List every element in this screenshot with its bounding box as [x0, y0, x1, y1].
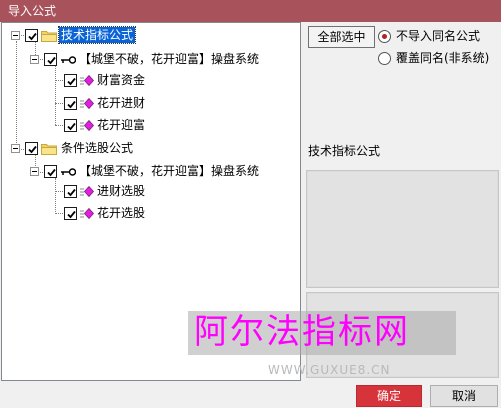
checkmark-icon [47, 168, 56, 177]
formula-icon [80, 208, 94, 219]
description-box [306, 170, 499, 288]
formula-icon [80, 186, 94, 197]
expand-toggle-icon[interactable] [11, 144, 20, 153]
checkmark-icon [28, 145, 37, 154]
ok-button[interactable]: 确定 [356, 385, 422, 407]
tree-system-label[interactable]: 【城堡不破，花开迎富】操盘系统 [77, 163, 261, 179]
radio-overwrite-same-label[interactable]: 覆盖同名(非系统) [396, 50, 489, 66]
radio-no-import-same[interactable] [378, 30, 391, 43]
tree-system-label[interactable]: 【城堡不破，花开迎富】操盘系统 [77, 51, 261, 67]
checkmark-icon [67, 122, 76, 131]
tree-group-label[interactable]: 技术指标公式 [57, 26, 137, 44]
checkbox-group-indicator[interactable] [25, 29, 38, 42]
description-title: 技术指标公式 [308, 144, 381, 158]
tree-connector-line [55, 178, 56, 214]
select-all-button[interactable]: 全部选中 [308, 26, 375, 48]
tree-connector-line [16, 41, 17, 149]
title-bar: 导入公式 [0, 0, 501, 22]
radio-overwrite-same[interactable] [378, 52, 391, 65]
formula-icon [80, 120, 94, 131]
checkbox-formula[interactable] [64, 119, 77, 132]
window-title: 导入公式 [8, 4, 57, 18]
checkmark-icon [28, 32, 37, 41]
tree-formula-label[interactable]: 进财选股 [95, 183, 147, 199]
tree-connector-line [55, 65, 56, 125]
checkmark-icon [67, 188, 76, 197]
checkmark-icon [67, 210, 76, 219]
folder-icon [41, 31, 57, 42]
formula-icon [80, 98, 94, 109]
watermark-text: 阿尔法指标网 [194, 312, 410, 352]
checkmark-icon [47, 56, 56, 65]
expand-toggle-icon[interactable] [30, 167, 39, 176]
checkmark-icon [67, 100, 76, 109]
folder-icon [41, 144, 57, 155]
cancel-button[interactable]: 取消 [430, 385, 498, 407]
checkbox-formula[interactable] [64, 97, 77, 110]
checkbox-system[interactable] [44, 165, 57, 178]
checkbox-formula[interactable] [64, 74, 77, 87]
radio-no-import-same-label[interactable]: 不导入同名公式 [396, 28, 480, 44]
tree-formula-label[interactable]: 财富资金 [95, 72, 147, 88]
tree-formula-label[interactable]: 花开进财 [95, 95, 147, 111]
key-icon [61, 56, 76, 64]
watermark-url: WWW.GUXUE8.CN [268, 363, 391, 377]
tree-formula-label[interactable]: 花开选股 [95, 205, 147, 221]
checkbox-formula[interactable] [64, 185, 77, 198]
expand-toggle-icon[interactable] [11, 31, 20, 40]
key-icon [61, 168, 76, 176]
checkbox-formula[interactable] [64, 207, 77, 220]
checkbox-group-selection[interactable] [25, 142, 38, 155]
tree-group-label[interactable]: 条件选股公式 [59, 140, 135, 156]
watermark-banner: 阿尔法指标网 [188, 311, 456, 355]
checkmark-icon [67, 77, 76, 86]
tree-formula-label[interactable]: 花开迎富 [95, 117, 147, 133]
checkbox-system[interactable] [44, 53, 57, 66]
formula-icon [80, 75, 94, 86]
expand-toggle-icon[interactable] [30, 55, 39, 64]
